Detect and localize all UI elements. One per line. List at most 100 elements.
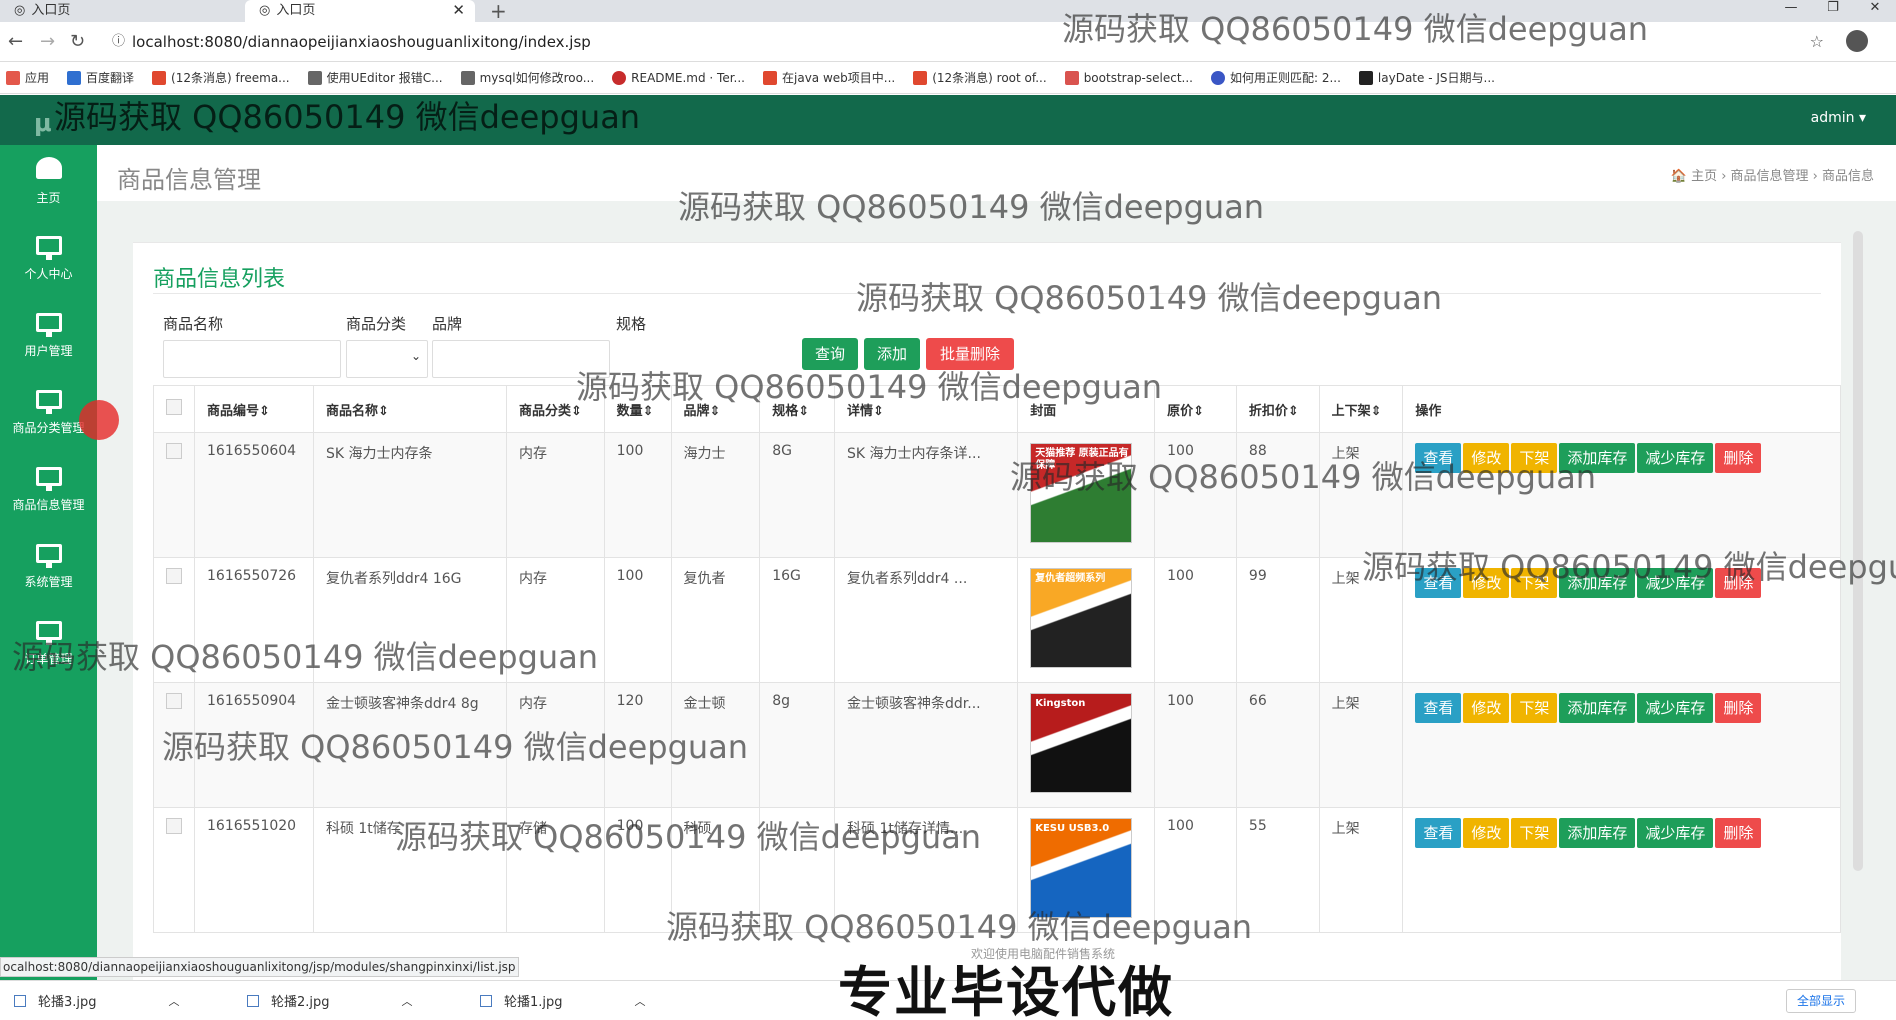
minimize-icon[interactable]: — — [1770, 0, 1812, 16]
offshelf-button[interactable]: 下架 — [1511, 818, 1558, 848]
col-header[interactable]: 商品名称⇕ — [312, 385, 508, 433]
row-checkbox[interactable] — [153, 557, 195, 683]
cell-detail: 科硕 1t储存详情... — [834, 807, 1019, 933]
edit-button[interactable]: 修改 — [1463, 693, 1510, 723]
sidebar-item-products[interactable]: 商品信息管理 — [0, 453, 97, 529]
reduce-stock-button[interactable]: 减少库存 — [1637, 818, 1714, 848]
row-checkbox[interactable] — [153, 807, 195, 933]
col-header[interactable]: 商品编号⇕ — [194, 385, 314, 433]
back-icon[interactable]: ← — [8, 31, 23, 52]
query-button[interactable]: 查询 — [802, 338, 858, 370]
view-button[interactable]: 查看 — [1415, 818, 1462, 848]
scrollbar[interactable] — [1853, 231, 1863, 871]
sidebar-item-home[interactable]: 主页 — [0, 145, 97, 221]
bookmarks-bar: 应用 百度翻译 (12条消息) freema... 使用UEditor 报错C.… — [0, 62, 1896, 94]
product-name-input[interactable] — [163, 340, 341, 378]
spec-input[interactable] — [616, 340, 794, 378]
cell-status: 上架 — [1318, 807, 1404, 933]
delete-button[interactable]: 删除 — [1715, 818, 1762, 848]
browser-tab-2[interactable]: ◎ 入口页 ✕ — [245, 0, 475, 22]
offshelf-button[interactable]: 下架 — [1511, 443, 1558, 473]
download-item[interactable]: 轮播3.jpg ︿ — [14, 991, 180, 1010]
row-checkbox[interactable] — [153, 432, 195, 558]
view-button[interactable]: 查看 — [1415, 443, 1462, 473]
cell-id: 1616551020 — [194, 807, 314, 933]
add-stock-button[interactable]: 添加库存 — [1559, 818, 1636, 848]
bookmark-item[interactable]: (12条消息) freema... — [152, 69, 290, 86]
edit-button[interactable]: 修改 — [1463, 568, 1510, 598]
edit-button[interactable]: 修改 — [1463, 443, 1510, 473]
card-title: 商品信息列表 — [153, 267, 286, 292]
cell-category: 内存 — [506, 682, 605, 808]
view-button[interactable]: 查看 — [1415, 568, 1462, 598]
col-header[interactable]: 折扣价⇕ — [1235, 385, 1320, 433]
bookmark-star-icon[interactable]: ☆ — [1810, 32, 1824, 51]
bookmark-item[interactable]: (12条消息) root of... — [913, 69, 1047, 86]
breadcrumb[interactable]: 🏠 主页 › 商品信息管理 › 商品信息 — [1671, 165, 1874, 184]
add-stock-button[interactable]: 添加库存 — [1559, 443, 1636, 473]
col-header[interactable]: 详情⇕ — [834, 385, 1019, 433]
cell-detail: 金士顿骇客神条ddr... — [834, 682, 1019, 808]
reload-icon[interactable]: ↻ — [70, 31, 85, 52]
chevron-up-icon[interactable]: ︿ — [402, 993, 413, 1009]
row-checkbox[interactable] — [153, 682, 195, 808]
reduce-stock-button[interactable]: 减少库存 — [1637, 443, 1714, 473]
show-all-button[interactable]: 全部显示 — [1785, 989, 1856, 1013]
cell-status: 上架 — [1318, 682, 1404, 808]
col-header[interactable]: 规格⇕ — [759, 385, 836, 433]
close-window-icon[interactable]: ✕ — [1854, 0, 1896, 16]
offshelf-button[interactable]: 下架 — [1511, 693, 1558, 723]
col-header[interactable]: 数量⇕ — [603, 385, 672, 433]
cell-discount: 66 — [1235, 682, 1320, 808]
batch-delete-button[interactable]: 批量删除 — [926, 338, 1014, 370]
restore-icon[interactable]: ❐ — [1812, 0, 1854, 16]
forward-icon[interactable]: → — [40, 31, 55, 52]
sidebar-item-users[interactable]: 用户管理 — [0, 299, 97, 375]
delete-button[interactable]: 删除 — [1715, 443, 1762, 473]
col-header[interactable]: 原价⇕ — [1154, 385, 1237, 433]
bookmark-item[interactable]: bootstrap-select... — [1064, 70, 1193, 85]
translate-icon — [67, 70, 82, 85]
status-url: ocalhost:8080/diannaopeijianxiaoshouguan… — [0, 957, 519, 977]
offshelf-button[interactable]: 下架 — [1511, 568, 1558, 598]
slogan-overlay: 专业毕设代做 — [838, 961, 1174, 1020]
download-item[interactable]: 轮播1.jpg ︿ — [480, 991, 646, 1010]
col-header[interactable]: 商品分类⇕ — [506, 385, 605, 433]
download-item[interactable]: 轮播2.jpg ︿ — [247, 991, 413, 1010]
delete-button[interactable]: 删除 — [1715, 693, 1762, 723]
bookmark-item[interactable]: 应用 — [6, 69, 49, 86]
view-button[interactable]: 查看 — [1415, 693, 1462, 723]
reduce-stock-button[interactable]: 减少库存 — [1637, 693, 1714, 723]
bookmark-item[interactable]: mysql如何修改roo... — [460, 69, 594, 86]
chevron-up-icon[interactable]: ︿ — [169, 993, 180, 1009]
sidebar-item-profile[interactable]: 个人中心 — [0, 222, 97, 298]
browser-tab-1[interactable]: ◎ 入口页 — [0, 0, 240, 22]
new-tab-icon[interactable]: + — [490, 0, 507, 23]
add-stock-button[interactable]: 添加库存 — [1559, 693, 1636, 723]
bookmark-item[interactable]: README.md · Ter... — [612, 70, 745, 85]
bookmark-item[interactable]: 如何用正则匹配: 2... — [1210, 69, 1341, 86]
search-category-group: 商品分类 ⌄ — [346, 313, 428, 378]
bookmark-item[interactable]: layDate - JS日期与... — [1358, 69, 1495, 86]
sidebar-item-orders[interactable]: 订单管理 — [0, 607, 97, 683]
profile-icon[interactable] — [1846, 30, 1868, 52]
add-stock-button[interactable]: 添加库存 — [1559, 568, 1636, 598]
url-field[interactable]: ⓘ localhost:8080/diannaopeijianxiaoshougu… — [100, 29, 1820, 55]
bookmark-item[interactable]: 使用UEditor 报错C... — [307, 69, 443, 86]
app-header: μ admin ▾ — [0, 95, 1896, 145]
delete-button[interactable]: 删除 — [1715, 568, 1762, 598]
sidebar-item-system[interactable]: 系统管理 — [0, 530, 97, 606]
reduce-stock-button[interactable]: 减少库存 — [1637, 568, 1714, 598]
col-header[interactable]: 品牌⇕ — [670, 385, 761, 433]
bookmark-item[interactable]: 百度翻译 — [67, 69, 134, 86]
add-button[interactable]: 添加 — [864, 338, 920, 370]
brand-input[interactable] — [432, 340, 610, 378]
category-select[interactable]: ⌄ — [346, 340, 428, 378]
bookmark-item[interactable]: 在java web项目中... — [763, 69, 895, 86]
user-menu[interactable]: admin ▾ — [1811, 110, 1866, 126]
col-header[interactable]: 上下架⇕ — [1318, 385, 1404, 433]
close-tab-icon[interactable]: ✕ — [452, 1, 465, 19]
edit-button[interactable]: 修改 — [1463, 818, 1510, 848]
chevron-up-icon[interactable]: ︿ — [635, 993, 646, 1009]
select-all-checkbox[interactable] — [153, 385, 195, 433]
